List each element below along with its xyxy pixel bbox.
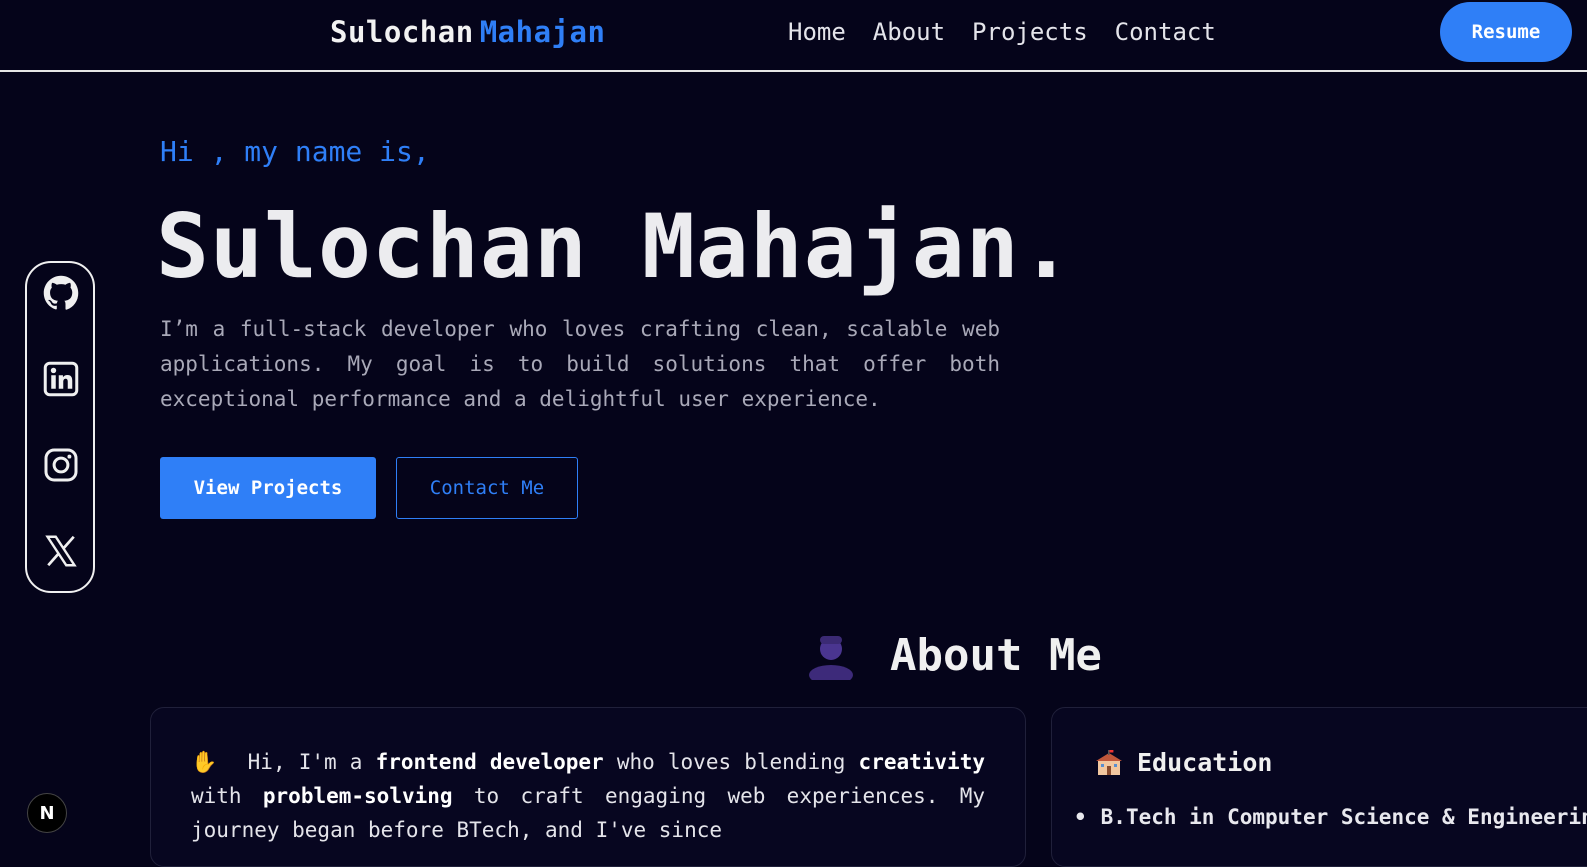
about-section-heading: About Me <box>806 630 1102 681</box>
school-building-icon <box>1096 749 1122 775</box>
about-highlight: problem-solving <box>262 784 453 808</box>
brand-first-name: Sulochan <box>330 15 474 49</box>
social-links-bar <box>25 261 95 593</box>
hero-name: Sulochan Mahajan. <box>156 195 1074 298</box>
education-item: • B.Tech in Computer Science & Engineerin… <box>1074 805 1587 829</box>
nav-link-contact[interactable]: Contact <box>1115 18 1216 46</box>
linkedin-icon[interactable] <box>43 361 79 397</box>
nav-link-home[interactable]: Home <box>788 18 846 46</box>
about-text-part: Hi, I'm a <box>247 750 376 774</box>
nav-link-projects[interactable]: Projects <box>972 18 1088 46</box>
about-highlight: frontend developer <box>375 750 604 774</box>
hero-description: I’m a full-stack developer who loves cra… <box>160 317 1000 411</box>
resume-button[interactable]: Resume <box>1440 2 1572 62</box>
nav-link-about[interactable]: About <box>873 18 945 46</box>
brand-logo[interactable]: Sulochan Mahajan <box>330 15 605 49</box>
education-heading: Education <box>1095 748 1272 777</box>
brand-last-name: Mahajan <box>479 15 606 49</box>
education-card <box>1051 707 1587 867</box>
navbar: Sulochan Mahajan Home About Projects Cont… <box>0 0 1587 72</box>
instagram-icon[interactable] <box>43 447 79 483</box>
nav-links: Home About Projects Contact <box>788 18 1216 46</box>
contact-me-button[interactable]: Contact Me <box>396 457 578 519</box>
about-title: About Me <box>890 630 1102 681</box>
about-text-part: who loves blending <box>603 750 859 774</box>
about-text-part: with <box>191 784 263 808</box>
x-twitter-icon[interactable] <box>43 533 79 569</box>
view-projects-button[interactable]: View Projects <box>160 457 376 519</box>
person-silhouette-icon <box>809 635 853 680</box>
about-highlight: creativity <box>858 750 985 774</box>
nextjs-dev-badge[interactable]: N <box>27 793 67 833</box>
about-intro-text: ✋ Hi, I'm a frontend developer who loves … <box>191 745 985 847</box>
waving-hand-icon: ✋ <box>191 750 218 774</box>
education-item-label: B.Tech in Computer Science & Engineering <box>1100 805 1587 829</box>
bullet: • <box>1074 805 1087 829</box>
hero-greeting: Hi , my name is, <box>160 135 430 168</box>
github-icon[interactable] <box>43 275 79 311</box>
education-title: Education <box>1137 748 1273 777</box>
